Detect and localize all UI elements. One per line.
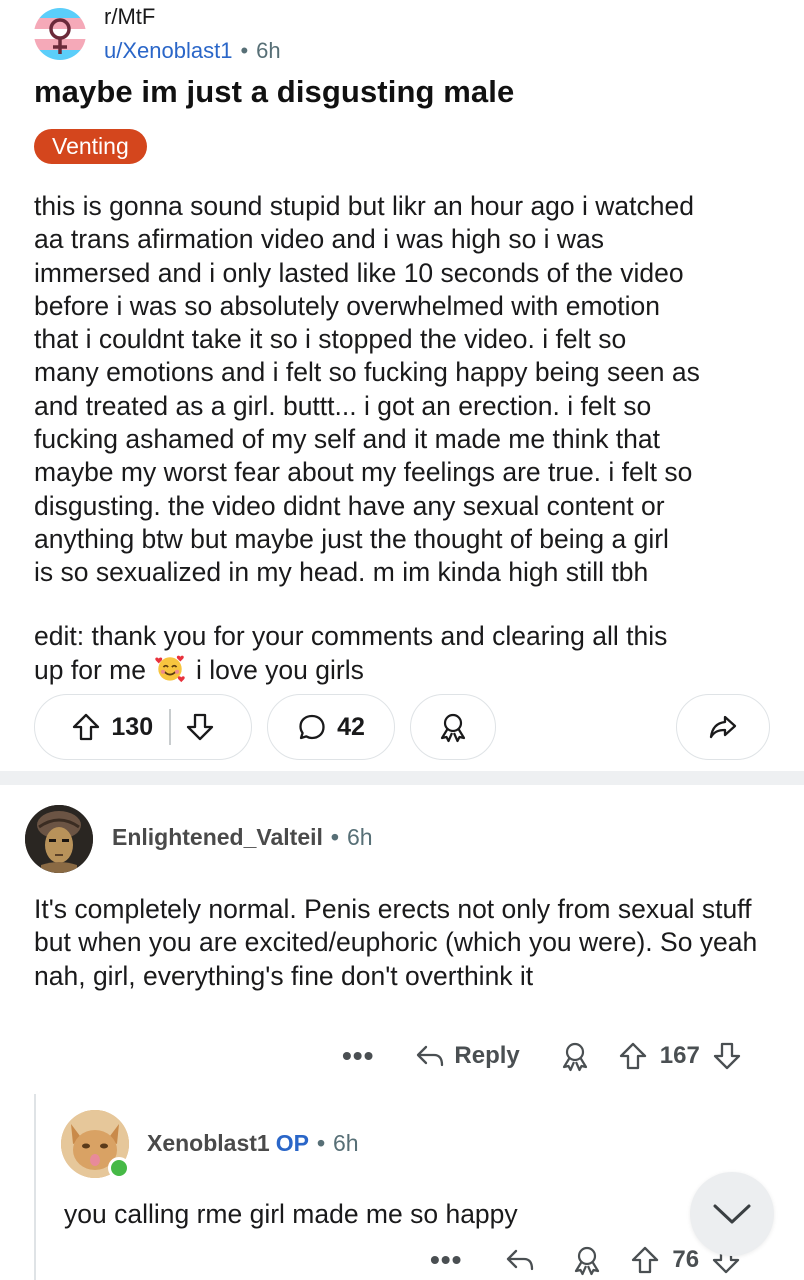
- post-edit-line: edit: thank you for your comments and cl…: [34, 621, 668, 651]
- post-edit-text: up for me: [34, 655, 146, 686]
- comment-actions: ••• 76: [430, 1240, 741, 1280]
- post-author-line: u/Xenoblast1 • 6h: [104, 38, 281, 64]
- post-flair[interactable]: Venting: [34, 129, 147, 164]
- award-icon[interactable]: [558, 1039, 592, 1073]
- separator-dot: •: [330, 824, 339, 850]
- smiling-face-with-hearts-icon: [155, 655, 185, 683]
- online-status-indicator: [108, 1157, 130, 1179]
- post-edit: edit: thank you for your comments and cl…: [34, 620, 786, 688]
- separator-dot: •: [240, 38, 249, 63]
- subreddit-name[interactable]: r/MtF: [104, 4, 155, 30]
- commenter-avatar[interactable]: [25, 805, 93, 873]
- comment-body: It's completely normal. Penis erects not…: [34, 894, 758, 991]
- reply-button[interactable]: Reply: [454, 1042, 519, 1070]
- reply-arrow-icon[interactable]: [414, 1041, 446, 1071]
- post-title: maybe im just a disgusting male: [34, 74, 515, 109]
- post-edit-text: i love you girls: [195, 655, 364, 686]
- post-edit-line: up for me i love you girls: [34, 653, 786, 687]
- upvote-icon[interactable]: [618, 1041, 648, 1071]
- upvote-icon[interactable]: [71, 712, 101, 742]
- comment-count: 42: [337, 712, 365, 741]
- thread-line[interactable]: [34, 1094, 36, 1280]
- comment-actions: ••• Reply 167: [342, 1036, 742, 1076]
- post-time: 6h: [256, 38, 281, 63]
- comment-bubble-icon: [299, 714, 325, 740]
- op-badge: OP: [275, 1130, 309, 1156]
- comment-score: 167: [659, 1042, 700, 1069]
- award-icon[interactable]: [570, 1243, 604, 1277]
- post-body: this is gonna sound stupid but likr an h…: [34, 191, 700, 588]
- trans-flag-avatar-icon[interactable]: [34, 8, 86, 60]
- vote-pill: 130: [34, 694, 252, 760]
- comment-score: 76: [672, 1246, 700, 1273]
- reply-arrow-icon[interactable]: [504, 1245, 536, 1275]
- comment-author[interactable]: Enlightened_Valteil: [112, 824, 323, 850]
- share-icon: [709, 715, 737, 739]
- comment-author-line: Enlightened_Valteil • 6h: [112, 824, 373, 851]
- post-score: 130: [111, 712, 154, 741]
- comments-button[interactable]: 42: [267, 694, 395, 760]
- comment-author-line: Xenoblast1 OP • 6h: [147, 1130, 359, 1157]
- downvote-icon[interactable]: [185, 712, 215, 742]
- vote-separator: [169, 709, 171, 745]
- comment-body: you calling rme girl made me so happy: [64, 1199, 518, 1229]
- award-icon: [440, 713, 466, 743]
- section-divider: [0, 771, 804, 785]
- share-button[interactable]: [676, 694, 770, 760]
- comment-time: 6h: [333, 1130, 359, 1156]
- comment-author[interactable]: Xenoblast1: [147, 1130, 270, 1156]
- more-options-button[interactable]: •••: [342, 1042, 374, 1070]
- award-button[interactable]: [410, 694, 496, 760]
- post-author[interactable]: u/Xenoblast1: [104, 38, 232, 63]
- comment-time: 6h: [346, 824, 373, 850]
- separator-dot: •: [316, 1130, 326, 1156]
- scroll-down-button[interactable]: [690, 1172, 774, 1256]
- upvote-icon[interactable]: [630, 1245, 660, 1275]
- chevron-down-icon: [713, 1204, 751, 1224]
- more-options-button[interactable]: •••: [430, 1246, 462, 1274]
- post-header: r/MtF u/Xenoblast1 • 6h: [34, 4, 774, 68]
- downvote-icon[interactable]: [712, 1041, 742, 1071]
